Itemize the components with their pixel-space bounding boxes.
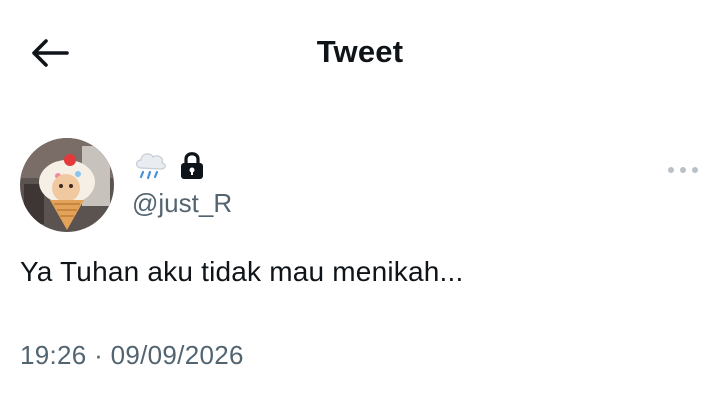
more-dots-icon <box>680 167 686 173</box>
rain-cloud-emoji-icon <box>135 153 166 180</box>
tweet-time[interactable]: 19:26 <box>20 340 87 370</box>
user-handle[interactable]: @just_R <box>132 188 232 219</box>
avatar[interactable] <box>20 138 114 232</box>
page-title: Tweet <box>316 34 404 69</box>
top-bar: Tweet <box>0 0 720 108</box>
more-dots-icon <box>692 167 698 173</box>
display-name <box>132 148 206 182</box>
tweet-text: Ya Tuhan aku tidak mau menikah... <box>20 256 464 287</box>
tweet-date[interactable]: 09/09/2026 <box>111 340 244 370</box>
meta-separator: · <box>94 340 104 370</box>
lock-icon <box>181 152 203 179</box>
avatar-image <box>20 138 114 232</box>
more-dots-icon <box>668 167 674 173</box>
more-options-button[interactable] <box>668 160 698 180</box>
tweet-timestamp: 19:26 · 09/09/2026 <box>20 340 244 371</box>
